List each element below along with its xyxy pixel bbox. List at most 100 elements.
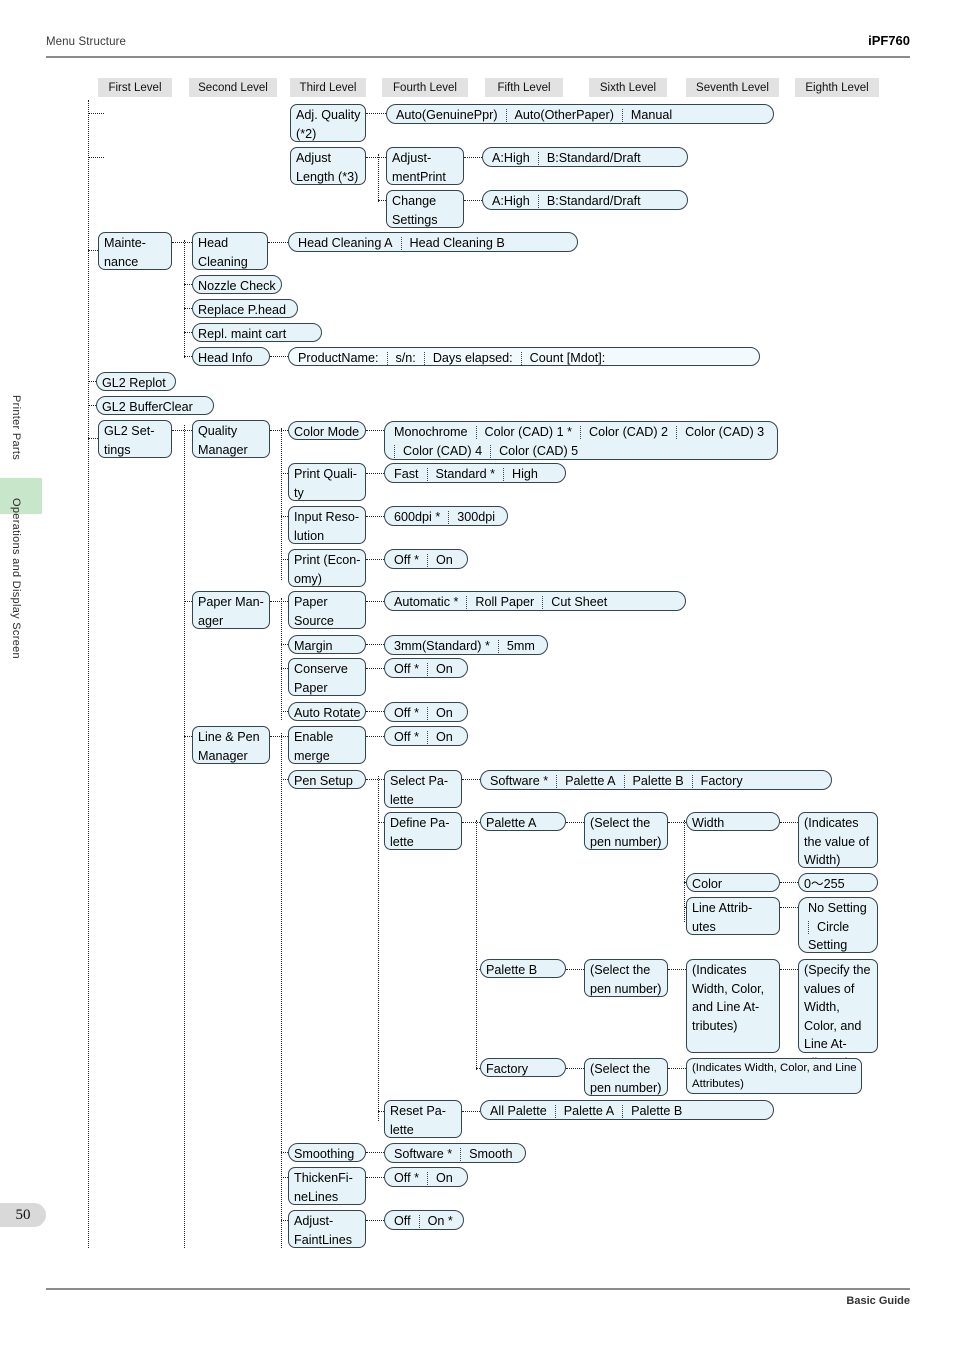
node-line-attributes[interactable]: Line Attrib- utes [686, 897, 780, 935]
node-adjust-faint-lines-options[interactable]: Off On * [384, 1210, 464, 1230]
option[interactable]: Cut Sheet [547, 593, 611, 612]
option[interactable]: Off * [390, 660, 423, 679]
node-paper-source[interactable]: Paper Source [288, 591, 366, 629]
option[interactable]: Software * [390, 1145, 456, 1164]
node-change-settings[interactable]: Change Settings [386, 190, 464, 228]
node-head-cleaning[interactable]: Head Cleaning [192, 232, 268, 270]
option[interactable]: Palette A [561, 772, 619, 791]
node-margin-options[interactable]: 3mm(Standard) * 5mm [384, 635, 548, 655]
option[interactable]: On [432, 704, 457, 723]
node-quality-manager[interactable]: Quality Manager [192, 420, 270, 458]
node-adjust-faint-lines[interactable]: Adjust- FaintLines [288, 1210, 366, 1248]
node-factory-pen[interactable]: (Select the pen number) [584, 1058, 668, 1096]
node-line-pen-manager[interactable]: Line & Pen Manager [192, 726, 270, 764]
option[interactable]: ProductName: [294, 349, 383, 368]
node-width[interactable]: Width [686, 812, 780, 831]
node-print-economy[interactable]: Print (Econ- omy) [288, 549, 366, 587]
node-reset-palette-options[interactable]: All Palette Palette A Palette B [480, 1100, 774, 1120]
node-gl2-settings[interactable]: GL2 Set- tings [98, 420, 172, 458]
node-input-resolution-options[interactable]: 600dpi * 300dpi [384, 506, 508, 526]
node-margin[interactable]: Margin [288, 635, 366, 654]
option[interactable]: On [432, 660, 457, 679]
node-define-palette[interactable]: Define Pa- lette [384, 812, 462, 850]
option[interactable]: Automatic * [390, 593, 462, 612]
node-select-palette[interactable]: Select Pa- lette [384, 770, 462, 808]
node-smoothing-options[interactable]: Software * Smooth [384, 1143, 526, 1163]
option[interactable]: Off * [390, 728, 423, 747]
node-factory-indicates[interactable]: (Indicates Width, Color, and Line Attrib… [686, 1058, 862, 1094]
option[interactable]: Circle [813, 918, 853, 937]
node-color[interactable]: Color [686, 873, 780, 892]
option[interactable]: Standard * [432, 465, 500, 484]
node-select-palette-options[interactable]: Software * Palette A Palette B Factory [480, 770, 832, 790]
node-thicken-fine-lines[interactable]: ThickenFi- neLines [288, 1167, 366, 1205]
option[interactable]: Color (CAD) 4 [399, 442, 486, 461]
node-palette-b-indicates[interactable]: (Indicates Width, Color, and Line At- tr… [686, 959, 780, 1053]
node-nozzle-check[interactable]: Nozzle Check [192, 275, 282, 294]
node-auto-rotate-options[interactable]: Off * On [384, 702, 468, 722]
node-line-attributes-options[interactable]: No Setting Circle Setting [798, 897, 878, 953]
node-adjust-length[interactable]: Adjust Length (*3) [290, 147, 366, 185]
option[interactable]: 5mm [503, 637, 539, 656]
node-conserve-paper[interactable]: Conserve Paper [288, 658, 366, 696]
node-change-settings-options[interactable]: A:High B:Standard/Draft [482, 190, 688, 210]
node-head-info-options[interactable]: ProductName: s/n: Days elapsed: Count [Mdot… [288, 347, 760, 366]
node-palette-b-specify[interactable]: (Specify the values of Width, Color, and… [798, 959, 878, 1070]
node-enable-merge-options[interactable]: Off * On [384, 726, 468, 746]
node-adjustment-print-options[interactable]: A:High B:Standard/Draft [482, 147, 688, 167]
node-repl-maint-cart[interactable]: Repl. maint cart [192, 323, 322, 342]
node-smoothing[interactable]: Smoothing [288, 1143, 366, 1162]
option[interactable]: No Setting [804, 899, 871, 918]
option[interactable]: A:High [488, 192, 534, 211]
option[interactable]: Color (CAD) 3 [681, 423, 768, 442]
option[interactable]: Roll Paper [471, 593, 538, 612]
node-adjustment-print[interactable]: Adjust- mentPrint [386, 147, 464, 185]
node-replace-phead[interactable]: Replace P.head [192, 299, 298, 318]
option[interactable]: 3mm(Standard) * [390, 637, 494, 656]
option[interactable]: Off * [390, 704, 423, 723]
option[interactable]: Days elapsed: [429, 349, 517, 368]
option[interactable]: Factory [697, 772, 747, 791]
node-palette-b-pen[interactable]: (Select the pen number) [584, 959, 668, 997]
option[interactable]: On [432, 1169, 457, 1188]
option[interactable]: High [508, 465, 542, 484]
option[interactable]: B:Standard/Draft [543, 149, 645, 168]
option[interactable]: Palette B [629, 772, 688, 791]
option[interactable]: Count [Mdot]: [526, 349, 610, 368]
option[interactable]: On [432, 728, 457, 747]
option[interactable]: Auto(GenuinePpr) [392, 106, 502, 125]
option[interactable]: Off * [390, 1169, 423, 1188]
option[interactable]: 300dpi [453, 508, 499, 527]
option[interactable]: On [432, 551, 457, 570]
option[interactable]: Smooth [465, 1145, 516, 1164]
node-color-mode[interactable]: Color Mode [288, 421, 366, 440]
node-head-cleaning-options[interactable]: Head Cleaning A Head Cleaning B [288, 232, 578, 252]
node-width-value[interactable]: (Indicates the value of Width) [798, 812, 878, 868]
node-factory[interactable]: Factory [480, 1058, 566, 1077]
option[interactable]: Monochrome [390, 423, 472, 442]
option[interactable]: Palette A [560, 1102, 618, 1121]
node-palette-a-pen[interactable]: (Select the pen number) [584, 812, 668, 850]
node-paper-manager[interactable]: Paper Man- ager [192, 591, 270, 629]
option[interactable]: Off * [390, 551, 423, 570]
node-palette-b[interactable]: Palette B [480, 959, 566, 978]
node-adj-quality[interactable]: Adj. Quality (*2) [290, 104, 366, 142]
option[interactable]: On * [424, 1212, 457, 1231]
option[interactable]: Head Cleaning A [294, 234, 397, 253]
option[interactable]: B:Standard/Draft [543, 192, 645, 211]
option[interactable]: Manual [627, 106, 676, 125]
node-paper-source-options[interactable]: Automatic * Roll Paper Cut Sheet [384, 591, 686, 611]
node-adj-quality-options[interactable]: Auto(GenuinePpr) Auto(OtherPaper) Manual [386, 104, 774, 124]
option[interactable]: Software * [486, 772, 552, 791]
node-color-range[interactable]: 0〜255 [798, 873, 878, 892]
node-conserve-paper-options[interactable]: Off * On [384, 658, 468, 678]
option[interactable]: s/n: [392, 349, 420, 368]
option[interactable]: Palette B [627, 1102, 686, 1121]
node-gl2-replot[interactable]: GL2 Replot [96, 372, 176, 391]
node-print-quality[interactable]: Print Quali- ty [288, 463, 366, 501]
node-enable-merge[interactable]: Enable merge [288, 726, 366, 764]
option[interactable]: Off [390, 1212, 415, 1231]
option[interactable]: Color (CAD) 2 [585, 423, 672, 442]
option[interactable]: Fast [390, 465, 423, 484]
node-reset-palette[interactable]: Reset Pa- lette [384, 1100, 462, 1138]
